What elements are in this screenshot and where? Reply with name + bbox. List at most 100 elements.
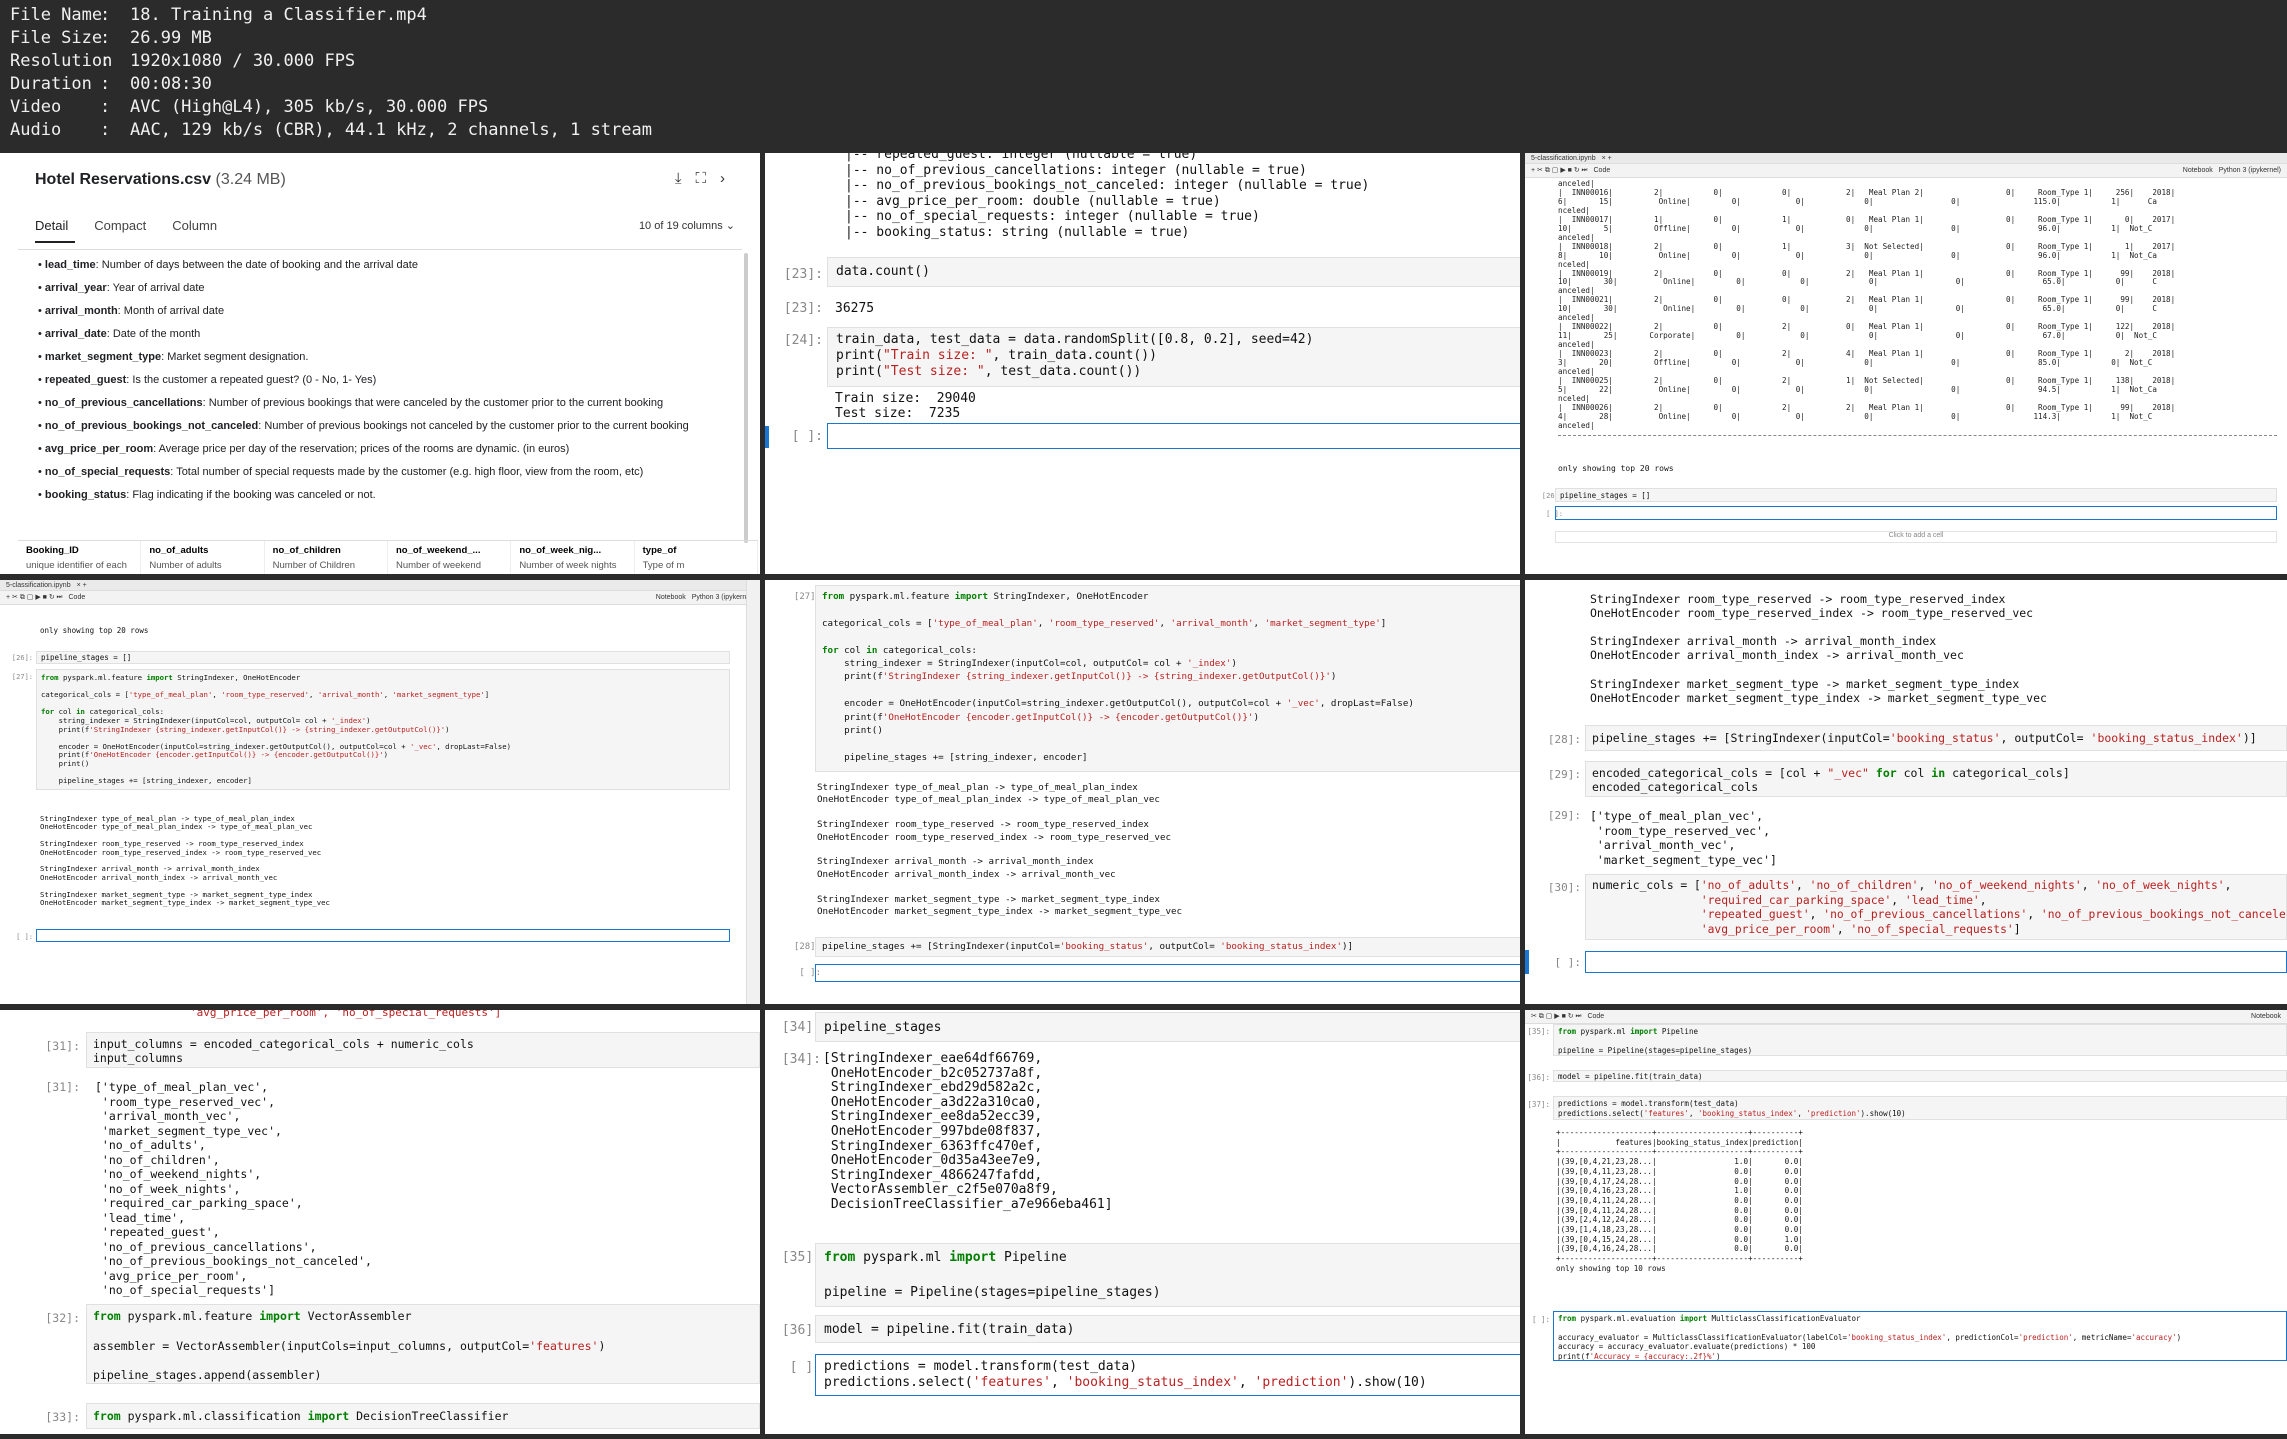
scrollbar[interactable] — [744, 253, 748, 543]
table-row: 10| 5| Offline| 0| 0| 0| 0| 96.0| 1| Not… — [1558, 223, 2153, 233]
cell-type-select[interactable]: Code — [1594, 167, 1611, 174]
notebook-label[interactable]: Notebook — [2183, 167, 2213, 174]
kernel-label[interactable]: Python 3 (ipykernel) — [2219, 167, 2281, 174]
code-cell-30[interactable]: numeric_cols = ['no_of_adults', 'no_of_c… — [1585, 874, 2287, 940]
output-line: OneHotEncoder room_type_reserved_index -… — [40, 847, 322, 857]
add-cell-hint[interactable]: Click to add a cell — [1555, 531, 2277, 543]
download-icon[interactable]: ⤓ — [675, 170, 682, 187]
cell-prompt: [34]: — [781, 1020, 821, 1035]
columns-selector[interactable]: 10 of 19 columns ⌄ — [639, 219, 735, 232]
column-header[interactable]: type_of Type of m — [635, 541, 758, 574]
notebook-label[interactable]: Notebook — [656, 594, 686, 601]
kernel-label[interactable]: Python 3 (ipykernel) — [692, 594, 754, 601]
notebook-label[interactable]: Notebook — [2251, 1013, 2281, 1020]
fullscreen-icon[interactable]: ⛶ — [695, 170, 706, 187]
tab-column[interactable]: Column — [172, 218, 217, 233]
code-cell-34[interactable]: pipeline_stages — [815, 1012, 1520, 1042]
code-cell-24[interactable]: train_data, test_data = data.randomSplit… — [827, 327, 1520, 387]
cell-prompt: [ ]: — [1531, 1315, 1550, 1324]
bullet-icon: • — [38, 443, 45, 455]
code-cell-27[interactable]: from pyspark.ml.feature import StringInd… — [36, 669, 730, 790]
code-cell-27[interactable]: from pyspark.ml.feature import StringInd… — [815, 585, 1520, 772]
code-cell-37[interactable]: predictions = model.transform(test_data)… — [1553, 1096, 2287, 1120]
output-line: StringIndexer_4866247fafdd, — [823, 1167, 1043, 1183]
output-line: |(39,[0,4,11,24,28...| 0.0| 0.0| — [1556, 1195, 1803, 1205]
code-cell-37[interactable]: predictions = model.transform(test_data)… — [815, 1354, 1520, 1396]
code-cell-36[interactable]: model = pipeline.fit(train_data) — [815, 1315, 1520, 1343]
code-cell-38[interactable]: from pyspark.ml.evaluation import Multic… — [1553, 1311, 2287, 1361]
column-description: Date of the month — [112, 328, 201, 340]
output-line: 'arrival_month_vec', — [1590, 838, 1736, 852]
toolbar-icons[interactable]: + ✂ ⧉ ▢ ▶ ■ ↻ ⏭ — [1531, 166, 1588, 175]
empty-code-cell[interactable] — [36, 929, 730, 942]
info-value: 1920x1080 / 30.000 FPS — [130, 51, 356, 71]
column-header[interactable]: no_of_children Number of Children — [265, 541, 388, 574]
column-name: booking_status — [44, 489, 127, 501]
code-cell-28[interactable]: pipeline_stages += [StringIndexer(inputC… — [1585, 725, 2287, 751]
chevron-right-icon[interactable]: › — [720, 170, 725, 187]
table-row: 3| 20| Offline| 0| 0| 0| 0| 85.0| 0| Not… — [1558, 358, 2153, 368]
output-line: +--------------------+------------------… — [1556, 1128, 1803, 1137]
notebook-tab[interactable]: 5-classification.ipynb — [6, 582, 71, 589]
empty-code-cell[interactable] — [1585, 951, 2287, 973]
code-cell-35[interactable]: from pyspark.ml import Pipeline pipeline… — [1553, 1024, 2287, 1056]
code-cell-31[interactable]: input_columns = encoded_categorical_cols… — [86, 1032, 760, 1068]
column-header-name: Booking_ID — [26, 545, 79, 556]
sidebar-rail[interactable] — [746, 580, 760, 1004]
bullet-icon: • — [38, 489, 45, 501]
output-prompt: [23]: — [783, 301, 823, 316]
column-description-item: • arrival_year: Year of arrival date — [38, 277, 738, 300]
toolbar-icons[interactable]: ✂ ⧉ ▢ ▶ ■ ↻ ⏭ — [1531, 1012, 1581, 1021]
toolbar-icons[interactable]: + ✂ ⧉ ▢ ▶ ■ ↻ ⏭ — [6, 593, 63, 602]
output-line: 'avg_price_per_room', — [95, 1268, 248, 1283]
table-row: anceled| — [1558, 420, 1595, 430]
code-cell-29[interactable]: encoded_categorical_cols = [col + "_vec"… — [1585, 761, 2287, 797]
column-description-item: • arrival_date: Date of the month — [38, 323, 738, 346]
output-line: |(39,[1,4,18,23,28...| 0.0| 0.0| — [1556, 1225, 1803, 1235]
output-line: |(39,[2,4,12,24,28...| 0.0| 0.0| — [1556, 1215, 1803, 1225]
column-header[interactable]: Booking_ID unique identifier of each — [18, 541, 142, 574]
code-cell-36[interactable]: model = pipeline.fit(train_data) — [1553, 1070, 2287, 1082]
output-line: Test size: 7235 — [835, 406, 961, 421]
column-header-name: no_of_week_nig... — [519, 545, 602, 556]
code-cell-35[interactable]: from pyspark.ml import Pipeline pipeline… — [815, 1243, 1520, 1307]
cell-prompt: [35]: — [781, 1250, 821, 1265]
code-line: pipeline_stages += [string_indexer, enco… — [41, 776, 252, 786]
cell-type-select[interactable]: Code — [1587, 1013, 1604, 1020]
info-key: File Size — [10, 28, 103, 48]
code-cell-28[interactable]: pipeline_stages += [StringIndexer(inputC… — [815, 937, 1520, 957]
output-23: 36275 — [835, 301, 875, 316]
column-header[interactable]: no_of_adults Number of adults — [141, 541, 265, 574]
empty-code-cell[interactable] — [1555, 506, 2277, 520]
tab-detail[interactable]: Detail — [35, 218, 68, 233]
output-line: StringIndexer market_segment_type -> mar… — [817, 893, 1160, 905]
empty-code-cell[interactable] — [815, 964, 1520, 982]
info-value: 18. Training a Classifier.mp4 — [130, 5, 427, 25]
column-header[interactable]: no_of_weekend_... Number of weekend — [388, 541, 512, 574]
output-line: |(39,[0,4,15,24,28...| 0.0| 1.0| — [1556, 1234, 1803, 1244]
code-line: 'repeated_guest', 'no_of_previous_cancel… — [1700, 908, 2287, 921]
info-value: AVC (High@L4), 305 kb/s, 30.000 FPS — [130, 97, 489, 117]
output-line: OneHotEncoder_997bde08f837, — [823, 1123, 1043, 1139]
column-description: Average price per day of the reservation… — [158, 443, 570, 455]
notebook-tab[interactable]: 5-classification.ipynb — [1531, 155, 1596, 162]
code-cell-23[interactable]: data.count() — [827, 257, 1520, 287]
schema-line: |-- repeated_guest: integer (nullable = … — [845, 153, 1198, 162]
code-cell-26[interactable]: pipeline_stages = [] — [1555, 488, 2277, 502]
output-line: OneHotEncoder market_segment_type_index … — [40, 898, 330, 908]
table-row: 10| 30| Online| 0| 0| 0| 0| 65.0| 0| C — [1558, 304, 2157, 314]
code-cell-33[interactable]: from pyspark.ml.classification import De… — [86, 1403, 760, 1429]
column-header-desc: Number of weekend — [395, 560, 482, 571]
cell-type-select[interactable]: Code — [69, 594, 86, 601]
column-header[interactable]: no_of_week_nig... Number of week nights — [511, 541, 635, 574]
code-cell-32[interactable]: from pyspark.ml.feature import VectorAss… — [86, 1304, 760, 1384]
empty-code-cell[interactable] — [827, 423, 1520, 449]
tab-compact[interactable]: Compact — [94, 218, 146, 233]
column-description: Number of previous bookings not canceled… — [264, 420, 689, 432]
column-name: arrival_date — [44, 328, 107, 340]
code-cell-26[interactable]: pipeline_stages = [] — [36, 651, 730, 664]
notebook-tile-4: 5-classification.ipynb × + + ✂ ⧉ ▢ ▶ ■ ↻ … — [0, 580, 760, 1004]
